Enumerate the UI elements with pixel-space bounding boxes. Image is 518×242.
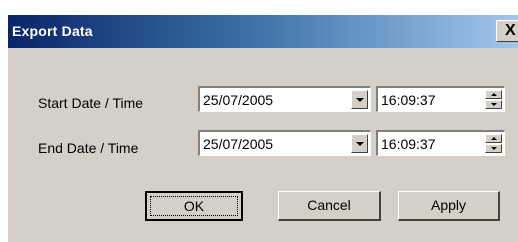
end-date-dropdown-button[interactable] [351,134,368,153]
end-date-time-label: End Date / Time [38,140,139,156]
start-date-value: 25/07/2005 [203,92,274,108]
end-time-spin-buttons [485,134,502,153]
end-date-value: 25/07/2005 [203,136,274,152]
close-button[interactable]: X [496,20,518,42]
arrow-down-icon [491,103,497,106]
ok-button[interactable]: OK [145,191,243,221]
end-time-spinner[interactable]: 16:09:37 [376,130,505,156]
ok-button-label: OK [183,198,205,214]
start-time-increment-button[interactable] [485,90,502,99]
arrow-up-icon [491,137,497,140]
chevron-down-icon [356,142,364,146]
end-time-increment-button[interactable] [485,134,502,143]
start-time-value: 16:09:37 [381,92,436,108]
cancel-button[interactable]: Cancel [278,191,381,221]
chevron-down-icon [356,98,364,102]
end-time-value: 16:09:37 [381,136,436,152]
start-time-spin-buttons [485,90,502,109]
title-bar[interactable]: Export Data X [8,15,518,48]
start-date-dropdown-button[interactable] [351,90,368,109]
arrow-down-icon [491,147,497,150]
start-time-spinner[interactable]: 16:09:37 [376,86,505,112]
end-date-picker[interactable]: 25/07/2005 [198,130,371,156]
end-time-decrement-button[interactable] [485,144,502,153]
start-date-time-label: Start Date / Time [38,95,144,111]
arrow-up-icon [491,93,497,96]
start-time-decrement-button[interactable] [485,100,502,109]
apply-button[interactable]: Apply [398,191,500,221]
start-date-picker[interactable]: 25/07/2005 [198,86,371,112]
window-title: Export Data [12,23,93,39]
export-data-dialog: Export Data X Start Date / Time End Date… [8,15,518,242]
